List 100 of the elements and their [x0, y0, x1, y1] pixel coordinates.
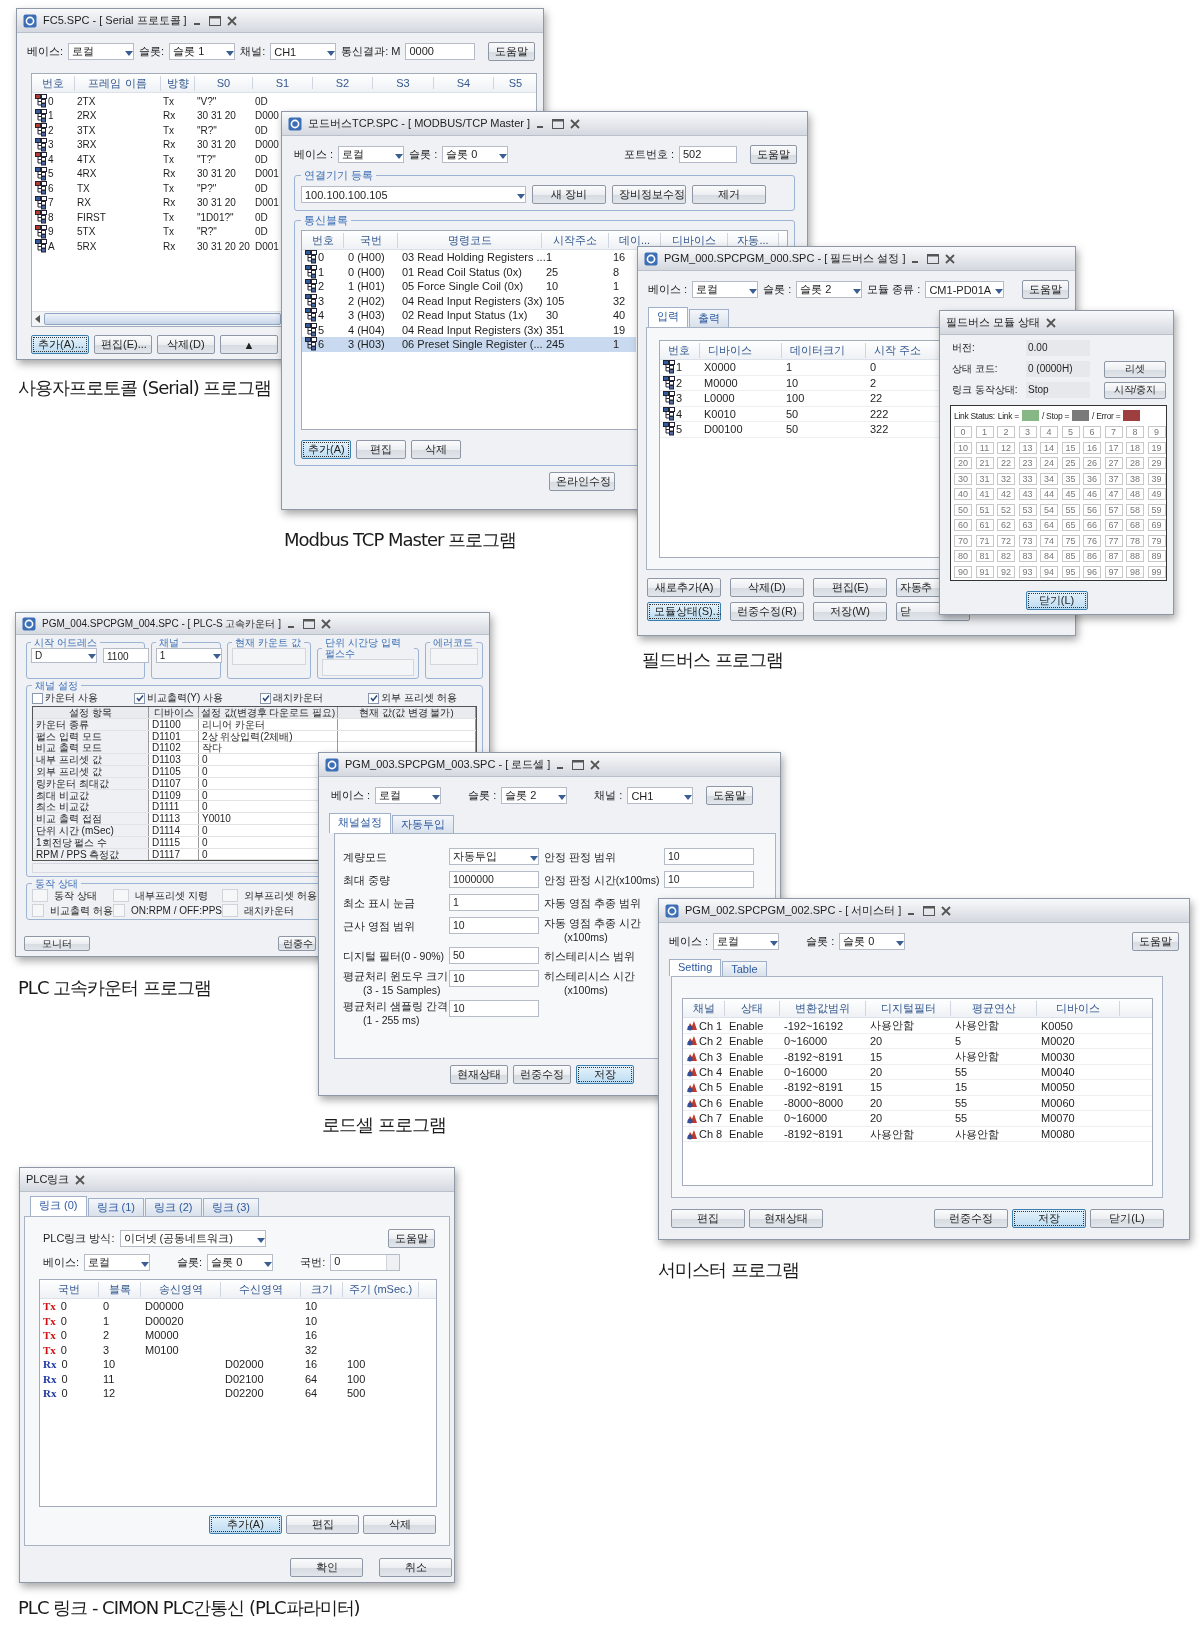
- button[interactable]: 리셋: [1104, 360, 1166, 378]
- column-header[interactable]: S4: [434, 77, 494, 89]
- tab[interactable]: 링크 (1): [87, 1198, 144, 1216]
- button[interactable]: 편집: [671, 1209, 745, 1228]
- column-header[interactable]: S2: [313, 77, 373, 89]
- button[interactable]: ▲: [220, 335, 278, 354]
- button[interactable]: 런중수: [278, 936, 316, 951]
- column-header[interactable]: S1: [253, 77, 313, 89]
- button[interactable]: 삭제(D): [730, 578, 804, 597]
- column-header[interactable]: 수신영역: [221, 1281, 301, 1297]
- close-icon[interactable]: [570, 118, 581, 129]
- tab[interactable]: 입력: [648, 307, 688, 327]
- button[interactable]: 런중수정(R): [730, 602, 804, 621]
- button[interactable]: 삭제: [363, 1515, 436, 1534]
- tab[interactable]: Table: [722, 961, 767, 976]
- text-field[interactable]: 10: [449, 1000, 539, 1017]
- button[interactable]: 현재상태: [749, 1209, 823, 1228]
- tab[interactable]: 채널설정: [329, 813, 391, 833]
- list-row[interactable]: 6 3 (H03) 06 Preset Single Register (... 245 1: [302, 337, 636, 352]
- dropdown[interactable]: 슬롯 0: [839, 933, 906, 950]
- tab[interactable]: 링크 (0): [30, 1196, 87, 1216]
- list-row[interactable]: 5 4 (H04) 04 Read Input Registers (3x) 351 19: [302, 322, 636, 337]
- column-header[interactable]: 번호: [32, 75, 75, 91]
- text-field[interactable]: 10: [449, 970, 539, 987]
- column-header[interactable]: 디바이스: [1037, 1000, 1120, 1016]
- dropdown[interactable]: 로컬: [713, 933, 780, 950]
- button[interactable]: 런중수정: [513, 1065, 571, 1084]
- tab[interactable]: 링크 (2): [145, 1198, 202, 1216]
- column-header[interactable]: 블록: [99, 1281, 141, 1297]
- checkbox[interactable]: [32, 692, 43, 704]
- column-header[interactable]: 데이터크기: [782, 342, 866, 358]
- maximize-icon[interactable]: [572, 759, 585, 770]
- button[interactable]: 확인: [290, 1558, 363, 1577]
- checkbox[interactable]: [134, 692, 145, 704]
- text-field[interactable]: 10: [449, 917, 539, 934]
- close-icon[interactable]: [590, 759, 601, 770]
- close-icon[interactable]: [1046, 317, 1057, 328]
- tab[interactable]: Setting: [669, 959, 722, 976]
- button[interactable]: 저장: [1012, 1209, 1086, 1228]
- list-row[interactable]: 1 0 (H00) 01 Read Coil Status (0x) 25 8: [302, 264, 636, 279]
- dropdown[interactable]: 로컬: [375, 787, 442, 804]
- text-field[interactable]: 0000: [405, 43, 476, 60]
- column-header[interactable]: 상태: [725, 1000, 780, 1016]
- button[interactable]: 닫기(L): [1025, 591, 1088, 610]
- button[interactable]: 새 장비: [532, 185, 606, 204]
- column-header[interactable]: 송신영역: [141, 1281, 221, 1297]
- dropdown[interactable]: CH1: [627, 787, 694, 804]
- dropdown[interactable]: CM1-PD01A: [925, 281, 1005, 298]
- column-header[interactable]: 시작주소: [542, 232, 609, 248]
- button[interactable]: 편집: [286, 1515, 359, 1534]
- column-header[interactable]: 디지털필터: [866, 1000, 951, 1016]
- column-header[interactable]: 디바이스: [700, 342, 782, 358]
- button[interactable]: 편집(E): [813, 578, 887, 597]
- button[interactable]: 도움말: [1132, 932, 1179, 951]
- text-field[interactable]: 502: [679, 146, 737, 163]
- button[interactable]: 모니터: [24, 936, 90, 951]
- button[interactable]: 시작/중지: [1104, 381, 1166, 399]
- button[interactable]: 삭제: [411, 440, 461, 459]
- list-row[interactable]: 4 3 (H03) 02 Read Input Status (1x) 30 40: [302, 308, 636, 323]
- horizontal-scrollbar[interactable]: [32, 311, 284, 326]
- list-row[interactable]: 3 2 (H02) 04 Read Input Registers (3x) 105 32: [302, 293, 636, 308]
- column-header[interactable]: 크기: [301, 1281, 343, 1297]
- checkbox[interactable]: [260, 692, 271, 704]
- column-header[interactable]: 방향: [161, 75, 195, 91]
- column-header[interactable]: S5: [494, 77, 536, 89]
- button[interactable]: 장비정보수정: [612, 185, 686, 204]
- close-icon[interactable]: [945, 253, 956, 264]
- button[interactable]: 런중수정: [934, 1209, 1008, 1228]
- maximize-icon[interactable]: [552, 118, 565, 129]
- maximize-icon[interactable]: [208, 15, 221, 26]
- button[interactable]: 닫기(L): [1090, 1209, 1164, 1228]
- button[interactable]: 현재상태: [450, 1065, 508, 1084]
- tab[interactable]: 링크 (3): [202, 1198, 259, 1216]
- button[interactable]: 저장: [576, 1065, 634, 1084]
- maximize-icon[interactable]: [302, 618, 315, 629]
- checkbox[interactable]: [368, 692, 379, 704]
- maximize-icon[interactable]: [927, 253, 940, 264]
- button[interactable]: 도움말: [706, 786, 754, 805]
- column-header[interactable]: 변환값범위: [780, 1000, 866, 1016]
- column-header[interactable]: 평균연산: [951, 1000, 1037, 1016]
- text-field[interactable]: 1: [449, 894, 539, 911]
- maximize-icon[interactable]: [923, 905, 936, 916]
- dropdown[interactable]: D: [31, 648, 97, 663]
- dropdown[interactable]: 슬롯 0: [442, 146, 509, 163]
- button[interactable]: 저장(W): [813, 602, 887, 621]
- column-header[interactable]: 프레임 이름: [75, 75, 161, 91]
- dropdown[interactable]: 1: [155, 648, 222, 663]
- dropdown[interactable]: 자동투입: [449, 848, 539, 865]
- column-header[interactable]: 국번: [40, 1281, 99, 1297]
- button[interactable]: 삭제(D): [157, 335, 215, 354]
- dropdown[interactable]: 로컬: [338, 146, 405, 163]
- list-row[interactable]: 2 1 (H01) 05 Force Single Coil (0x) 10 1: [302, 279, 636, 294]
- column-header[interactable]: 번호: [660, 342, 700, 358]
- text-field[interactable]: 10: [664, 871, 754, 888]
- close-icon[interactable]: [75, 1174, 86, 1185]
- close-icon[interactable]: [320, 618, 331, 629]
- list-row[interactable]: 0 0 (H00) 03 Read Holding Registers ...1 16: [302, 250, 636, 265]
- dropdown[interactable]: 로컬: [692, 281, 759, 298]
- tab[interactable]: 자동투입: [392, 815, 454, 833]
- button[interactable]: 도움말: [388, 1229, 435, 1248]
